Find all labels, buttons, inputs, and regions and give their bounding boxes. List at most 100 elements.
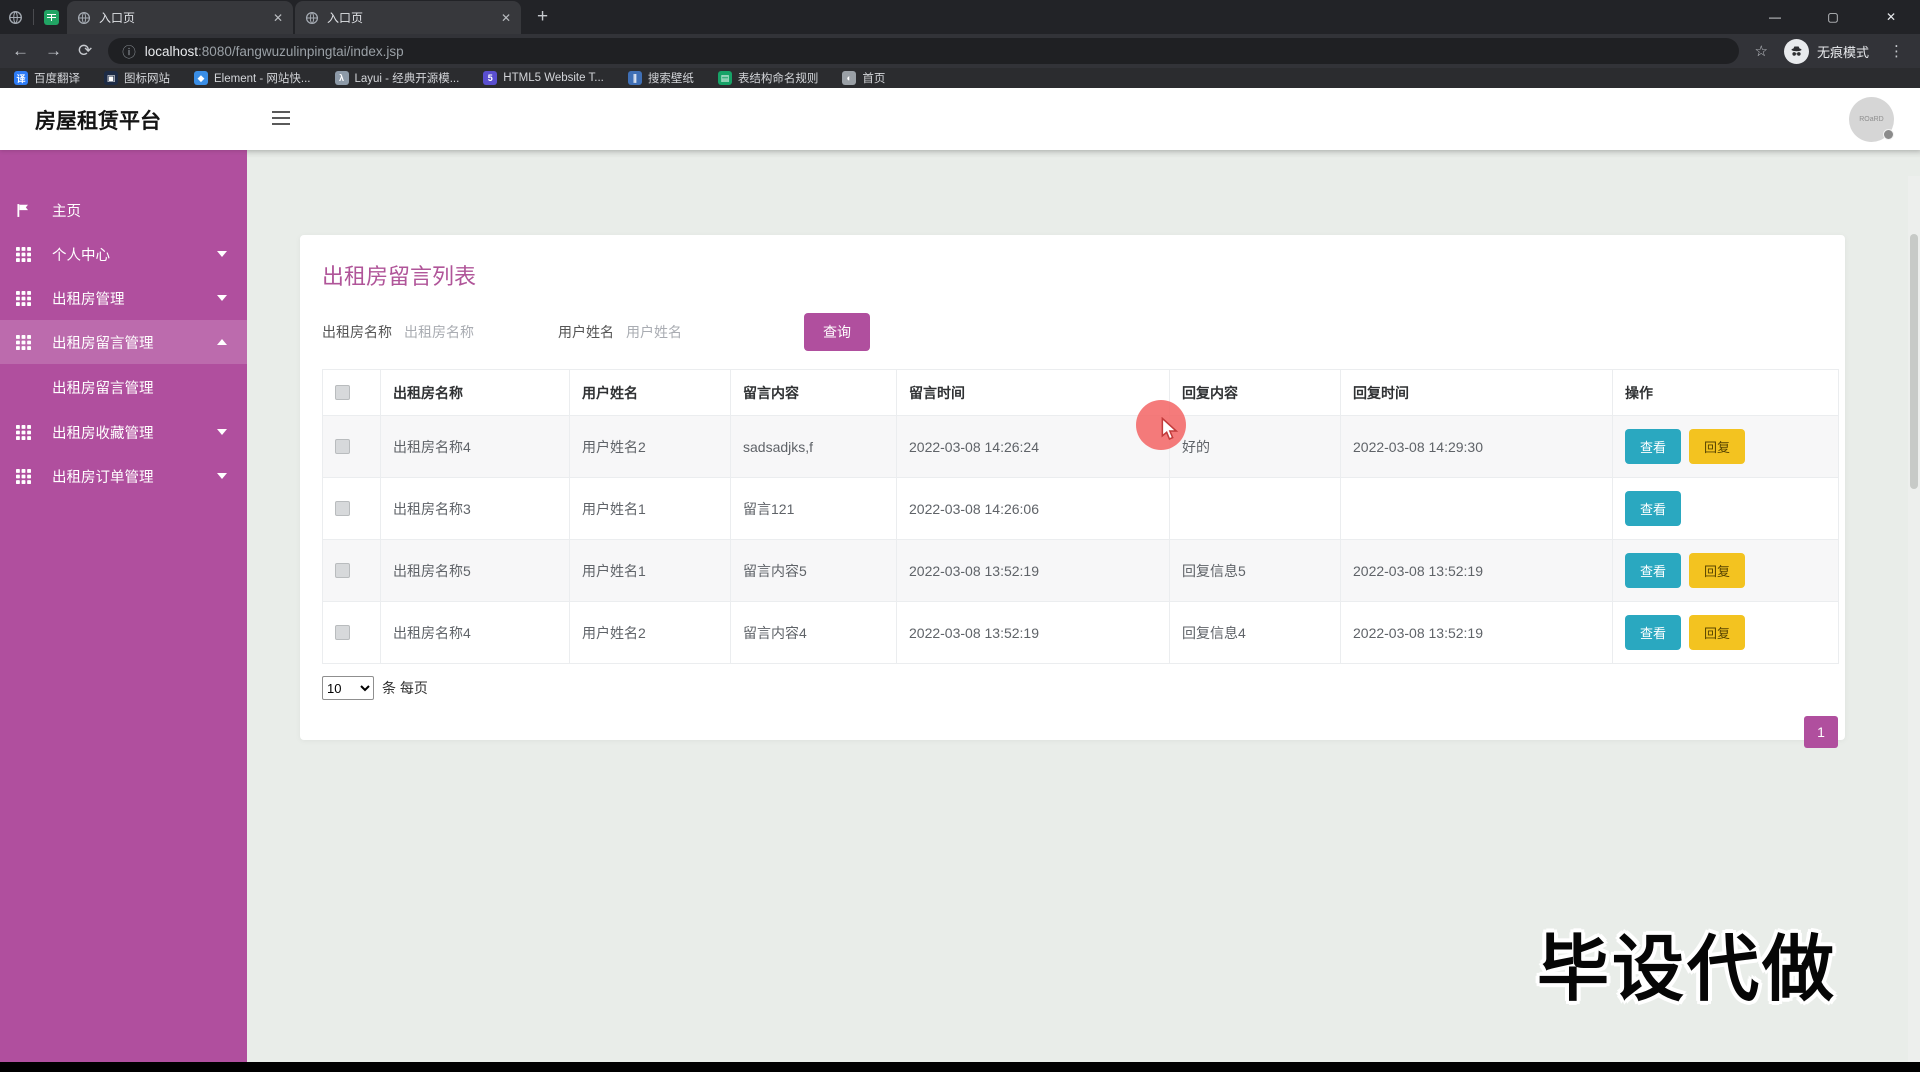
row-checkbox[interactable] <box>335 439 350 454</box>
sidebar-group: 主页 <box>0 188 247 232</box>
html5-template-icon: 5 <box>483 71 498 85</box>
row-checkbox[interactable] <box>335 563 350 578</box>
cell-message-content: 留言121 <box>730 477 897 540</box>
bookmark-icon-site[interactable]: ▣ 图标网站 <box>104 70 170 86</box>
browser-tab[interactable]: 入口页 ✕ <box>67 1 293 34</box>
new-tab-button[interactable]: + <box>523 6 562 34</box>
sidebar: 主页 个人中心 出租房管理 出租房留言管理 出租房留言管理 出租房收藏管理 出租… <box>0 150 247 1062</box>
app-title: 房屋租赁平台 <box>35 110 161 133</box>
sidebar-item-home[interactable]: 主页 <box>0 188 247 232</box>
sidebar-item-favorite-mgmt[interactable]: 出租房收藏管理 <box>0 410 247 454</box>
select-all-checkbox[interactable] <box>335 385 350 400</box>
table-naming-rules-icon: ▤ <box>717 71 732 85</box>
bookmark-baidu-translate[interactable]: 译 百度翻译 <box>14 70 80 86</box>
url-path: :8080/fangwuzulinpingtai/index.jsp <box>198 43 404 59</box>
sheets-pinned-tab-icon[interactable] <box>44 9 59 25</box>
browser-tab[interactable]: 入口页 ✕ <box>295 1 521 34</box>
cell-reply-content: 好的 <box>1169 415 1341 478</box>
view-button[interactable]: 查看 <box>1625 615 1682 650</box>
reload-icon[interactable]: ⟳ <box>78 41 92 61</box>
sidebar-group: 出租房管理 <box>0 276 247 320</box>
bookmark-star-icon[interactable]: ☆ <box>1755 42 1768 60</box>
bookmark-element-ui[interactable]: ◆ Element - 网站快... <box>194 70 311 86</box>
cursor-arrow-icon <box>1161 417 1179 440</box>
column-header-0: 出租房名称 <box>380 369 570 416</box>
filter-row: 出租房名称 用户姓名 查询 <box>322 313 1838 351</box>
window-controls: — ▢ ✕ <box>1746 0 1920 34</box>
address-bar[interactable]: ⓘ localhost:8080/fangwuzulinpingtai/inde… <box>108 38 1739 64</box>
avatar[interactable]: ROaRD <box>1849 97 1894 142</box>
column-header-3: 留言时间 <box>896 369 1170 416</box>
row-actions: 查看 回复 <box>1625 615 1826 650</box>
tab-close-icon[interactable]: ✕ <box>501 11 511 25</box>
bookmark-layui[interactable]: λ Layui - 经典开源模... <box>334 70 460 86</box>
window-maximize-icon[interactable]: ▢ <box>1804 0 1862 34</box>
tab-favicon-globe-icon <box>77 11 91 24</box>
browser-menu-icon[interactable]: ⋮ <box>1885 42 1908 60</box>
sidebar-group: 出租房订单管理 <box>0 454 247 498</box>
page-size-suffix: 条 每页 <box>382 680 428 696</box>
window-close-icon[interactable]: ✕ <box>1862 0 1920 34</box>
cell-reply-time <box>1340 477 1613 540</box>
page-size-select[interactable]: 10 <box>322 676 374 700</box>
site-info-icon[interactable]: ⓘ <box>122 41 136 61</box>
bookmark-html5-template[interactable]: 5 HTML5 Website T... <box>483 71 604 85</box>
view-button[interactable]: 查看 <box>1625 553 1682 588</box>
user-name-input[interactable] <box>626 324 744 340</box>
view-button[interactable]: 查看 <box>1625 491 1682 526</box>
url-text: localhost:8080/fangwuzulinpingtai/index.… <box>145 44 404 59</box>
globe-icon[interactable] <box>8 10 23 25</box>
cell-message-time: 2022-03-08 14:26:24 <box>896 415 1170 478</box>
cell-user-name: 用户姓名1 <box>569 477 731 540</box>
reply-button[interactable]: 回复 <box>1689 615 1746 650</box>
forward-icon[interactable]: → <box>45 41 62 61</box>
sidebar-item-house-mgmt[interactable]: 出租房管理 <box>0 276 247 320</box>
back-icon[interactable]: ← <box>12 41 29 61</box>
cell-message-content: 留言内容5 <box>730 539 897 602</box>
table-body: 出租房名称4 用户姓名2 sadsadjks,f 2022-03-08 14:2… <box>322 415 1839 664</box>
hamburger-menu-icon[interactable] <box>272 111 292 129</box>
reply-button[interactable]: 回复 <box>1689 429 1746 464</box>
scrollbar-thumb[interactable] <box>1910 234 1918 489</box>
bookmark-wallpaper-search[interactable]: ∥ 搜索壁纸 <box>627 70 694 86</box>
row-checkbox[interactable] <box>335 501 350 516</box>
column-header-4: 回复内容 <box>1169 369 1341 416</box>
browser-tab-bar: 入口页 ✕ 入口页 ✕ + — ▢ ✕ <box>0 0 1920 34</box>
sidebar-item-label: 个人中心 <box>52 247 110 264</box>
sidebar-item-order-mgmt[interactable]: 出租房订单管理 <box>0 454 247 498</box>
layui-icon: λ <box>334 71 349 85</box>
bookmark-table-naming-rules[interactable]: ▤ 表结构命名规则 <box>717 70 818 86</box>
sidebar-item-message-mgmt[interactable]: 出租房留言管理 <box>0 320 247 364</box>
browser-toolbar: ← → ⟳ ⓘ localhost:8080/fangwuzulinpingta… <box>0 34 1920 68</box>
sidebar-item-profile[interactable]: 个人中心 <box>0 232 247 276</box>
house-name-input[interactable] <box>404 324 522 340</box>
bookmark-label: 搜索壁纸 <box>647 73 694 85</box>
search-button[interactable]: 查询 <box>804 313 870 351</box>
tab-close-icon[interactable]: ✕ <box>273 11 283 25</box>
chevron-icon <box>217 473 227 479</box>
wallpaper-search-icon: ∥ <box>627 71 642 85</box>
flag-icon <box>16 202 32 218</box>
reply-button[interactable]: 回复 <box>1689 553 1746 588</box>
window-minimize-icon[interactable]: — <box>1746 0 1804 34</box>
bookmark-label: Layui - 经典开源模... <box>354 73 460 85</box>
grid-icon <box>16 468 32 484</box>
page-1-button[interactable]: 1 <box>1804 716 1838 748</box>
bookmark-label: 图标网站 <box>124 73 170 85</box>
tab-divider <box>33 9 34 25</box>
grid-icon <box>16 290 32 306</box>
watermark: 毕设代做 <box>1537 930 1838 1010</box>
icon-site-icon: ▣ <box>104 71 118 85</box>
sidebar-item-label: 主页 <box>52 203 81 220</box>
row-checkbox[interactable] <box>335 625 350 640</box>
sidebar-subitem-message-mgmt[interactable]: 出租房留言管理 <box>0 364 247 410</box>
cell-house-name: 出租房名称4 <box>380 601 570 664</box>
tab-title: 入口页 <box>99 11 136 25</box>
chevron-icon <box>217 429 227 435</box>
table-row: 出租房名称5 用户姓名1 留言内容5 2022-03-08 13:52:19 回… <box>322 539 1839 602</box>
column-header-6: 操作 <box>1612 369 1839 416</box>
view-button[interactable]: 查看 <box>1625 429 1682 464</box>
bookmark-home[interactable]: ◐ 首页 <box>842 70 885 86</box>
bookmark-label: 首页 <box>862 73 886 85</box>
sidebar-item-label: 出租房管理 <box>52 291 125 308</box>
